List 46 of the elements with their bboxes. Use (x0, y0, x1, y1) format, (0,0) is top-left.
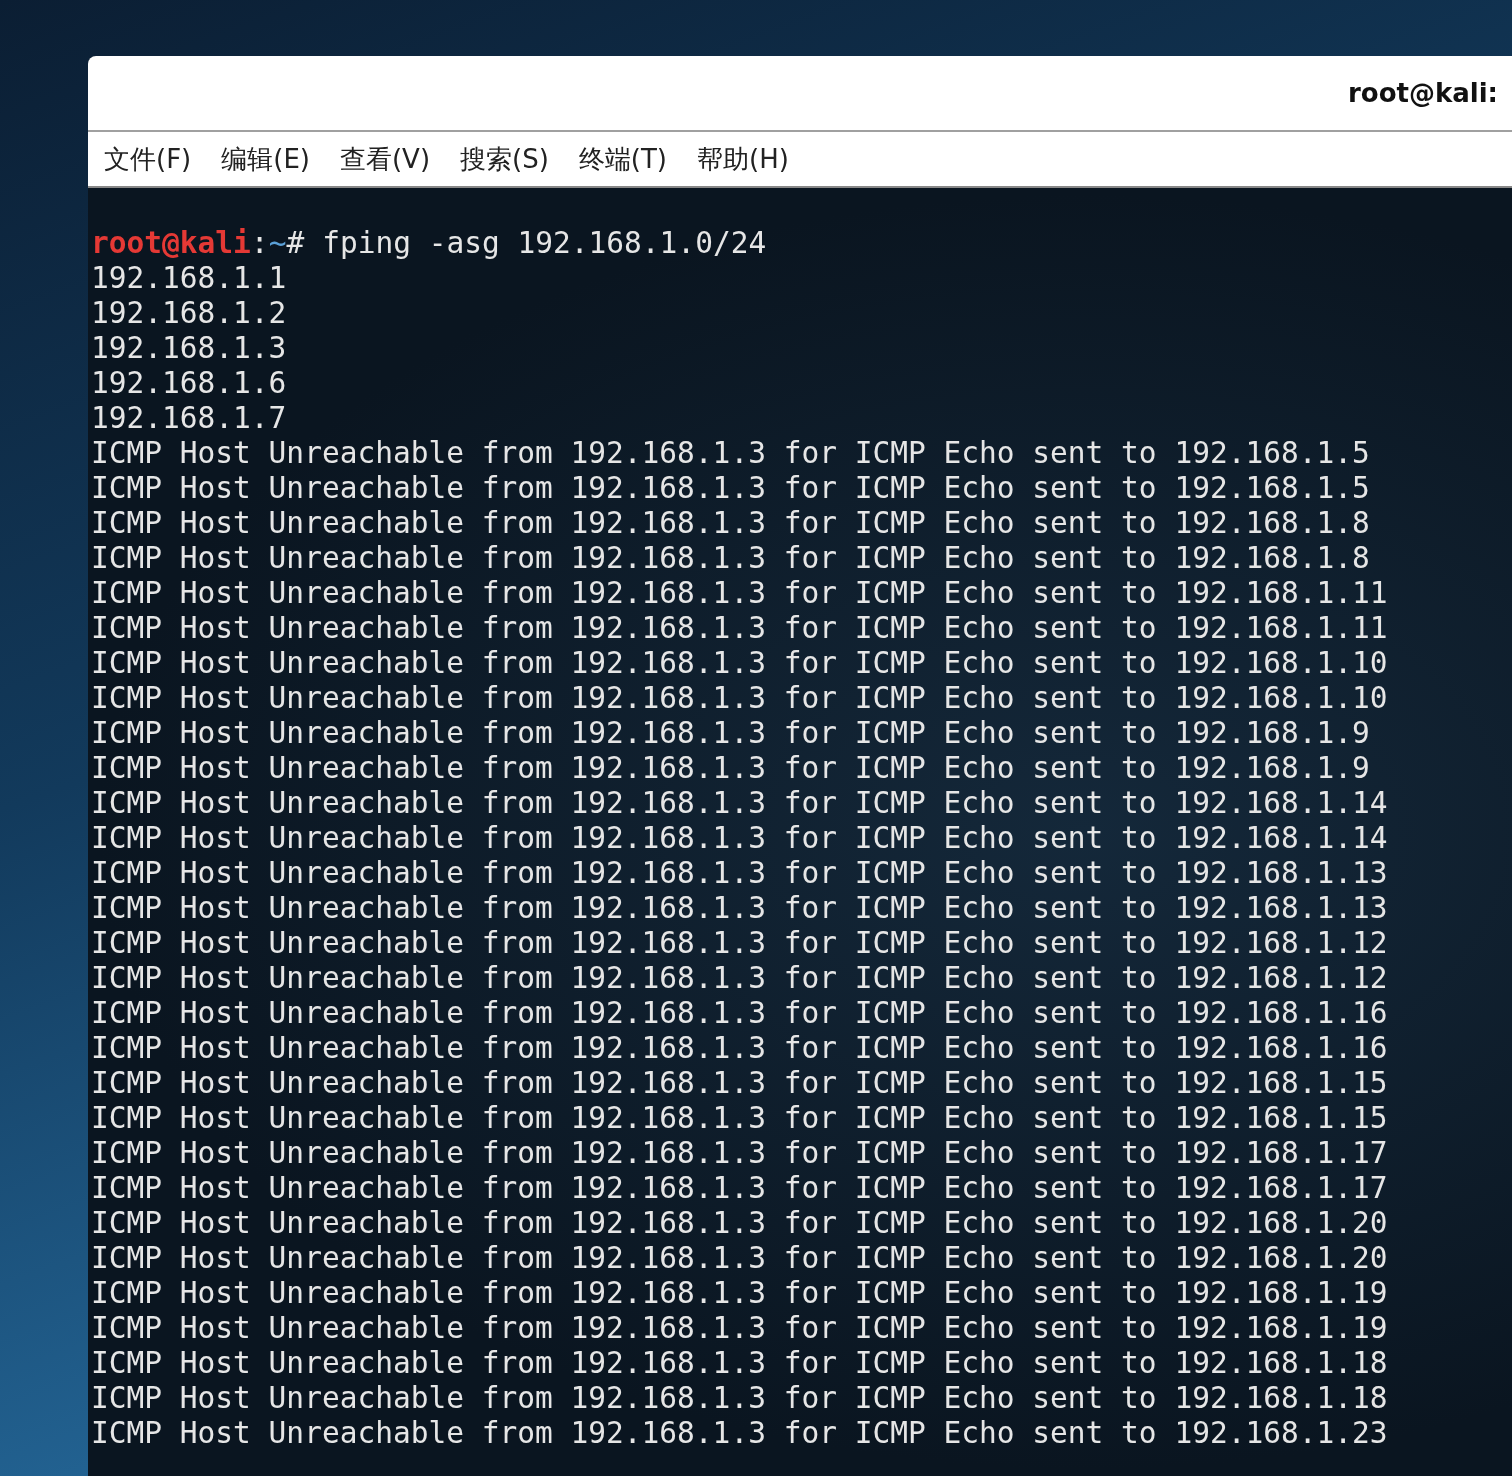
prompt-path: ~ (268, 226, 287, 261)
output-line: ICMP Host Unreachable from 192.168.1.3 for ICMP Echo sent to 192.168.1.19 (91, 1276, 1388, 1311)
output-line: ICMP Host Unreachable from 192.168.1.3 for ICMP Echo sent to 192.168.1.13 (91, 891, 1388, 926)
output-line: ICMP Host Unreachable from 192.168.1.3 for ICMP Echo sent to 192.168.1.15 (91, 1101, 1388, 1136)
output-line: ICMP Host Unreachable from 192.168.1.3 for ICMP Echo sent to 192.168.1.12 (91, 961, 1388, 996)
output-line: ICMP Host Unreachable from 192.168.1.3 for ICMP Echo sent to 192.168.1.11 (91, 576, 1388, 611)
output-line: 192.168.1.6 (91, 366, 287, 401)
prompt-symbol: # (286, 226, 305, 261)
output-line: ICMP Host Unreachable from 192.168.1.3 for ICMP Echo sent to 192.168.1.14 (91, 786, 1388, 821)
output-line: ICMP Host Unreachable from 192.168.1.3 for ICMP Echo sent to 192.168.1.9 (91, 716, 1370, 751)
output-line: ICMP Host Unreachable from 192.168.1.3 for ICMP Echo sent to 192.168.1.17 (91, 1171, 1388, 1206)
prompt-separator: : (250, 226, 269, 261)
output-line: 192.168.1.2 (91, 296, 287, 331)
menu-item[interactable]: 文件(F) (104, 139, 192, 179)
window-title: root@kali: (1347, 76, 1498, 110)
output-line: ICMP Host Unreachable from 192.168.1.3 for ICMP Echo sent to 192.168.1.11 (91, 611, 1388, 646)
output-line: ICMP Host Unreachable from 192.168.1.3 for ICMP Echo sent to 192.168.1.16 (91, 1031, 1388, 1066)
output-line: ICMP Host Unreachable from 192.168.1.3 for ICMP Echo sent to 192.168.1.18 (91, 1381, 1388, 1416)
output-line: ICMP Host Unreachable from 192.168.1.3 for ICMP Echo sent to 192.168.1.10 (91, 681, 1388, 716)
output-line: ICMP Host Unreachable from 192.168.1.3 for ICMP Echo sent to 192.168.1.9 (91, 751, 1370, 786)
prompt-user-host: root@kali (91, 226, 251, 261)
output-line: ICMP Host Unreachable from 192.168.1.3 for ICMP Echo sent to 192.168.1.13 (91, 856, 1388, 891)
output-line: ICMP Host Unreachable from 192.168.1.3 for ICMP Echo sent to 192.168.1.18 (91, 1346, 1388, 1381)
output-line: ICMP Host Unreachable from 192.168.1.3 for ICMP Echo sent to 192.168.1.14 (91, 821, 1388, 856)
output-line: ICMP Host Unreachable from 192.168.1.3 for ICMP Echo sent to 192.168.1.19 (91, 1311, 1388, 1346)
output-line: ICMP Host Unreachable from 192.168.1.3 for ICMP Echo sent to 192.168.1.17 (91, 1136, 1388, 1171)
output-line: 192.168.1.1 (91, 261, 287, 296)
menu-item[interactable]: 查看(V) (339, 139, 431, 179)
output-line: ICMP Host Unreachable from 192.168.1.3 for ICMP Echo sent to 192.168.1.5 (91, 436, 1370, 471)
output-line: 192.168.1.7 (91, 401, 287, 436)
output-line: ICMP Host Unreachable from 192.168.1.3 for ICMP Echo sent to 192.168.1.12 (91, 926, 1388, 961)
menu-item[interactable]: 帮助(H) (697, 139, 789, 179)
output-line: ICMP Host Unreachable from 192.168.1.3 for ICMP Echo sent to 192.168.1.10 (91, 646, 1388, 681)
output-line: ICMP Host Unreachable from 192.168.1.3 for ICMP Echo sent to 192.168.1.20 (91, 1241, 1388, 1276)
output-line: ICMP Host Unreachable from 192.168.1.3 for ICMP Echo sent to 192.168.1.8 (91, 506, 1370, 541)
output-line: ICMP Host Unreachable from 192.168.1.3 for ICMP Echo sent to 192.168.1.20 (91, 1206, 1388, 1241)
output-line: ICMP Host Unreachable from 192.168.1.3 for ICMP Echo sent to 192.168.1.23 (91, 1416, 1388, 1451)
command-text: fping -asg 192.168.1.0/24 (322, 226, 767, 261)
output-line: 192.168.1.3 (91, 331, 287, 366)
output-line: ICMP Host Unreachable from 192.168.1.3 for ICMP Echo sent to 192.168.1.8 (91, 541, 1370, 576)
output-line: ICMP Host Unreachable from 192.168.1.3 for ICMP Echo sent to 192.168.1.5 (91, 471, 1370, 506)
menu-item[interactable]: 编辑(E) (221, 139, 310, 179)
output-line: ICMP Host Unreachable from 192.168.1.3 for ICMP Echo sent to 192.168.1.16 (91, 996, 1388, 1031)
menu-item[interactable]: 终端(T) (578, 139, 667, 179)
menu-item[interactable]: 搜索(S) (460, 139, 549, 179)
output-line: ICMP Host Unreachable from 192.168.1.3 for ICMP Echo sent to 192.168.1.15 (91, 1066, 1388, 1101)
